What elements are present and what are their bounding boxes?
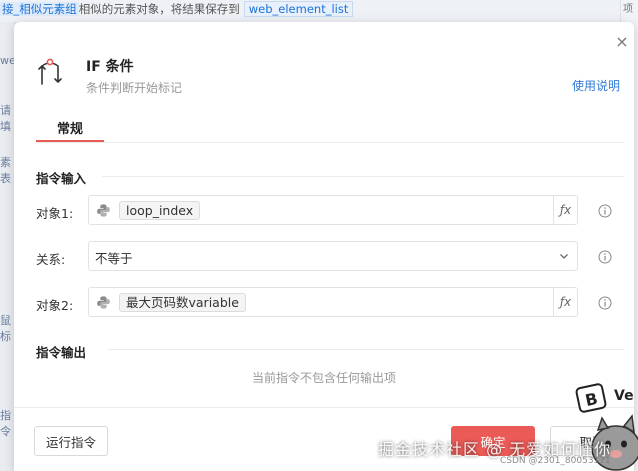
object1-field[interactable]: loop_index ƒx — [88, 195, 578, 225]
fx-button[interactable]: ƒx — [553, 288, 577, 316]
background-command-name: 接_相似元素组 — [0, 2, 79, 16]
relation-value: 不等于 — [95, 251, 133, 266]
info-icon[interactable] — [598, 204, 612, 218]
background-right-glyph: 项 — [623, 4, 633, 15]
help-link[interactable]: 使用说明 — [572, 77, 620, 94]
relation-label: 关系: — [36, 252, 66, 267]
svg-text:Ve: Ve — [614, 388, 634, 404]
python-icon — [97, 296, 110, 309]
background-left-fragment: 素表 — [0, 156, 11, 185]
dialog-title: IF 条件 — [86, 59, 134, 75]
section-divider — [102, 176, 624, 177]
background-left-fragment: 鼠标 — [0, 314, 11, 343]
background-description: 相似的元素对象，将结果保存到 — [78, 2, 240, 16]
background-left-fragment: 指令 — [0, 409, 11, 438]
output-empty-note: 当前指令不包含任何输出项 — [251, 371, 396, 385]
object2-field[interactable]: 最大页码数variable ƒx — [88, 287, 578, 317]
close-icon[interactable]: × — [613, 33, 631, 51]
if-condition-dialog: × IF 条件 条件判断开始标记 使用说明 常规 指令输入 对象1: loop_… — [14, 22, 634, 471]
background-left-fragment: 请填 — [0, 104, 11, 133]
output-section-title: 指令输出 — [36, 345, 87, 360]
info-icon[interactable] — [598, 296, 612, 310]
variable-chip: 最大页码数variable — [119, 293, 246, 312]
tab-general[interactable]: 常规 — [36, 118, 104, 137]
python-icon — [97, 204, 110, 217]
run-command-button[interactable]: 运行指令 — [34, 426, 108, 456]
variable-chip: loop_index — [119, 201, 201, 220]
fx-button[interactable]: ƒx — [553, 196, 577, 224]
dialog-subtitle: 条件判断开始标记 — [86, 81, 183, 95]
section-divider — [108, 349, 624, 350]
tab-divider — [36, 142, 624, 143]
background-instruction-text: 接_相似元素组 相似的元素对象，将结果保存到 web_element_list — [0, 1, 354, 17]
input-section-title: 指令输入 — [36, 171, 87, 186]
chevron-down-icon — [560, 254, 568, 259]
info-icon[interactable] — [598, 250, 612, 264]
csdn-watermark: CSDN @2301_80053171 — [500, 456, 611, 466]
object1-label: 对象1: — [36, 206, 74, 221]
footer-divider — [14, 407, 634, 408]
if-branch-icon — [38, 58, 62, 85]
background-left-panel: we 请填 素表 鼠标 指令 — [0, 22, 16, 471]
background-instruction-bar: 接_相似元素组 相似的元素对象，将结果保存到 web_element_list — [0, 0, 638, 22]
object2-label: 对象2: — [36, 298, 74, 313]
background-variable-chip: web_element_list — [243, 1, 354, 17]
relation-select[interactable]: 不等于 — [88, 241, 578, 271]
